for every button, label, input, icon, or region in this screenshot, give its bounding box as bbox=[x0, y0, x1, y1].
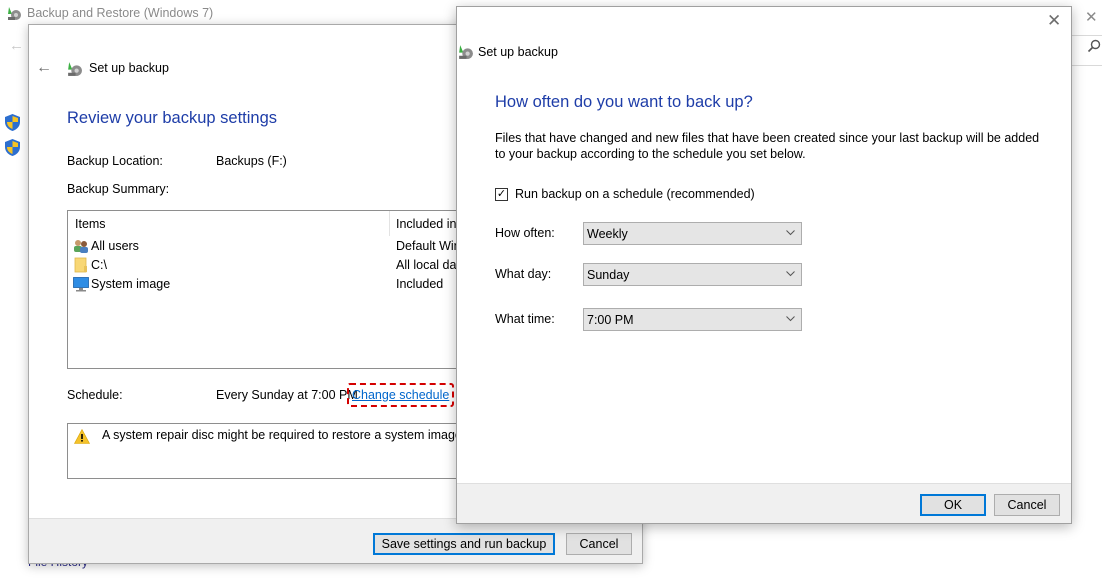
backup-summary-table[interactable]: Items Included in All users Default Win … bbox=[67, 210, 487, 369]
warning-text: A system repair disc might be required t… bbox=[102, 428, 466, 442]
what-day-value: Sunday bbox=[587, 267, 630, 282]
warning-icon bbox=[74, 429, 90, 444]
cancel-button[interactable]: Cancel bbox=[566, 533, 632, 555]
what-time-label: What time: bbox=[495, 312, 555, 326]
change-schedule-highlight: Change schedule bbox=[347, 383, 455, 407]
ok-button[interactable]: OK bbox=[920, 494, 986, 516]
back-arrow-icon[interactable]: ← bbox=[36, 59, 52, 77]
backup-location-label: Backup Location: bbox=[67, 154, 163, 168]
save-and-run-backup-button[interactable]: Save settings and run backup bbox=[373, 533, 555, 555]
column-separator[interactable] bbox=[389, 211, 390, 236]
column-header-items[interactable]: Items bbox=[75, 217, 106, 231]
row-included: Included bbox=[396, 277, 444, 291]
chevron-down-icon bbox=[786, 230, 795, 236]
back-arrow-icon[interactable]: ← bbox=[9, 37, 24, 54]
search-box-border bbox=[1072, 65, 1102, 66]
shield-icon bbox=[5, 139, 20, 156]
backup-app-icon bbox=[68, 61, 82, 76]
how-often-value: Weekly bbox=[587, 226, 628, 241]
shield-icon bbox=[5, 114, 20, 131]
backup-app-icon bbox=[459, 45, 473, 59]
schedule-label: Schedule: bbox=[67, 388, 123, 402]
column-header-included[interactable]: Included in bbox=[396, 217, 456, 231]
backup-location-value: Backups (F:) bbox=[216, 154, 287, 168]
dialog-header-title: Set up backup bbox=[478, 44, 558, 59]
search-icon[interactable] bbox=[1087, 39, 1101, 53]
what-time-dropdown[interactable]: 7:00 PM bbox=[583, 308, 802, 331]
table-row[interactable]: C:\ bbox=[73, 257, 107, 273]
run-on-schedule-checkbox[interactable]: ✓ bbox=[495, 187, 508, 201]
row-included: All local dat bbox=[396, 258, 460, 272]
row-item: System image bbox=[91, 277, 171, 291]
run-on-schedule-label[interactable]: Run backup on a schedule (recommended) bbox=[515, 187, 755, 201]
dialog-footer: OK Cancel bbox=[457, 483, 1071, 523]
search-box-border bbox=[1072, 35, 1102, 36]
run-on-schedule-checkbox-row[interactable]: ✓ Run backup on a schedule (recommended) bbox=[495, 187, 755, 201]
page-heading: How often do you want to back up? bbox=[495, 93, 753, 111]
schedule-value: Every Sunday at 7:00 PM bbox=[216, 388, 358, 402]
background-window-title-text: Backup and Restore (Windows 7) bbox=[27, 6, 214, 20]
change-schedule-link[interactable]: Change schedule bbox=[352, 388, 449, 402]
dialog-header: Set up backup bbox=[457, 43, 558, 60]
cancel-button[interactable]: Cancel bbox=[994, 494, 1060, 516]
how-often-dropdown[interactable]: Weekly bbox=[583, 222, 802, 245]
monitor-icon bbox=[73, 277, 89, 292]
dialog-footer: Save settings and run backup Cancel bbox=[29, 518, 642, 563]
row-item: C:\ bbox=[91, 258, 107, 272]
what-day-label: What day: bbox=[495, 267, 552, 281]
folder-icon bbox=[74, 257, 87, 273]
backup-app-icon bbox=[8, 7, 21, 20]
background-window-title: Backup and Restore (Windows 7) bbox=[6, 4, 213, 22]
chevron-down-icon bbox=[786, 316, 795, 322]
warning-message: A system repair disc might be required t… bbox=[102, 428, 479, 442]
close-icon[interactable]: ✕ bbox=[1047, 11, 1061, 31]
page-heading: Review your backup settings bbox=[67, 109, 278, 127]
table-row[interactable]: System image bbox=[73, 276, 170, 292]
row-item: All users bbox=[91, 239, 139, 253]
what-day-dropdown[interactable]: Sunday bbox=[583, 263, 802, 286]
users-icon bbox=[74, 240, 88, 253]
dialog-header: ← Set up backup bbox=[36, 59, 169, 77]
what-time-value: 7:00 PM bbox=[587, 312, 634, 327]
warning-box: A system repair disc might be required t… bbox=[67, 423, 487, 479]
chevron-down-icon bbox=[786, 271, 795, 277]
row-included: Default Win bbox=[396, 239, 461, 253]
table-row[interactable]: All users bbox=[73, 238, 139, 254]
schedule-description: Files that have changed and new files th… bbox=[495, 131, 1040, 161]
close-icon[interactable]: ✕ bbox=[1085, 8, 1098, 26]
dialog-header-title: Set up backup bbox=[89, 61, 169, 75]
backup-summary-label: Backup Summary: bbox=[67, 182, 170, 196]
schedule-dialog: ✕ Set up backup How often do you want to… bbox=[456, 6, 1072, 524]
how-often-label: How often: bbox=[495, 226, 555, 240]
